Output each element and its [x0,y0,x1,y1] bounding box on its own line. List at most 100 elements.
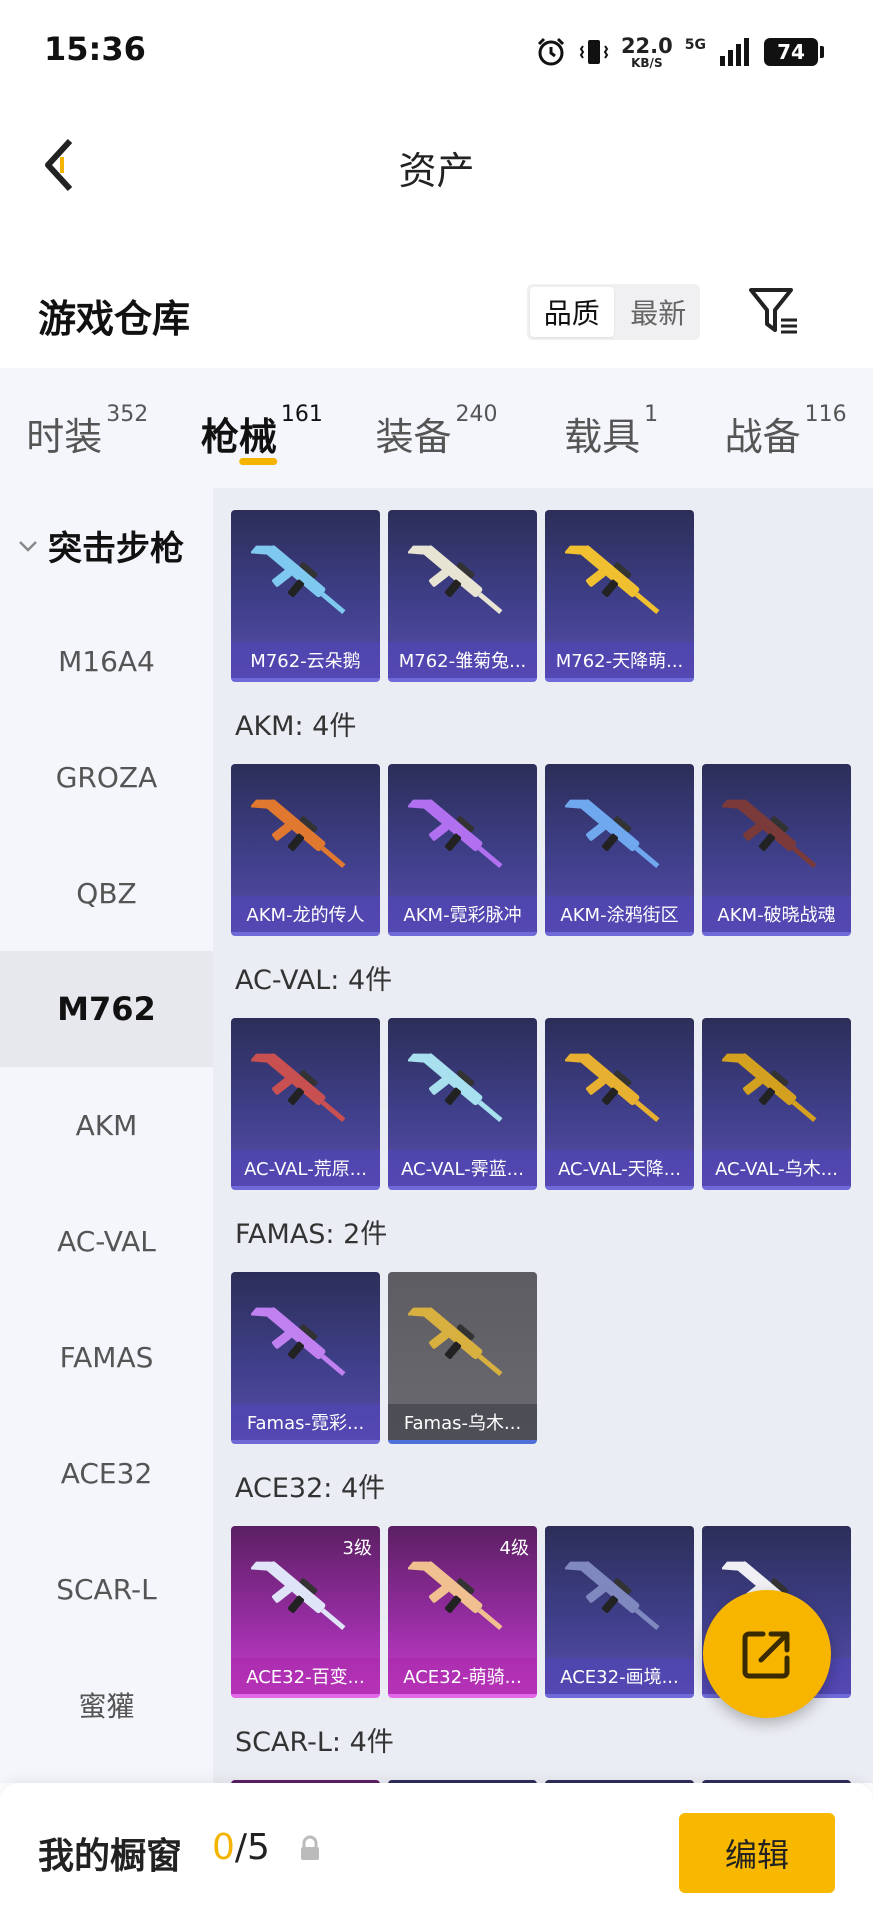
lock-icon [301,1835,319,1860]
rifle-icon [251,1053,346,1123]
skin-card[interactable]: 3级 ACE32-百变... [231,1526,380,1698]
share-external-icon [742,1631,790,1679]
skin-card[interactable]: M762-云朵鹅 [231,510,380,682]
skin-card[interactable]: AKM-涂鸦街区 [545,764,694,936]
showcase-label: 我的橱窗 [38,1836,183,1877]
sidebar-item-ac-val[interactable]: AC-VAL [0,1183,213,1299]
page-title: 资产 [398,149,475,193]
skin-card[interactable]: AC-VAL-天降... [545,1018,694,1190]
showcase-bar: 我的橱窗 0/5 编辑 [0,1783,873,1920]
showcase-count-current: 0 [212,1827,235,1868]
skin-name: M762-雏菊兔... [388,642,537,678]
group-label-famas: FAMAS: 2件 [235,1218,388,1250]
skin-name: AKM-霓彩脉冲 [388,896,537,932]
skin-card[interactable]: AC-VAL-荒原... [231,1018,380,1190]
battery-icon: 74 [764,38,824,66]
nav-bar: 资产 [0,110,873,220]
edit-button[interactable]: 编辑 [679,1813,835,1893]
weapon-type-sidebar: 突击步枪 M16A4 GROZA QBZ M762 AKM AC-VAL FAM… [0,488,213,1783]
skin-card[interactable]: AC-VAL-霁蓝... [388,1018,537,1190]
skin-card[interactable]: Famas-霓彩... [231,1272,380,1444]
sort-newest[interactable]: 最新 [617,284,701,340]
tab-supplies[interactable]: 战备 116 [698,368,873,488]
battery-level: 74 [777,40,805,64]
skin-card[interactable]: AKM-破晓战魂 [702,764,851,936]
skin-card[interactable]: Famas-乌木... [388,1272,537,1444]
sidebar-group-label: 突击步枪 [48,529,184,569]
tab-count: 116 [804,402,847,427]
group-label-akm: AKM: 4件 [235,710,357,742]
rifle-icon [565,799,660,869]
skin-card[interactable]: AC-VAL-乌木... [702,1018,851,1190]
status-time: 15:36 [44,30,146,68]
tab-label: 载具 [564,415,641,459]
group-famas: Famas-霓彩... Famas-乌木... [231,1272,873,1444]
sort-toggle: 品质 最新 [527,284,700,340]
sort-quality[interactable]: 品质 [530,287,614,337]
rifle-icon [408,1307,503,1377]
skin-name: M762-天降萌... [545,642,694,678]
skin-card[interactable]: AKM-霓彩脉冲 [388,764,537,936]
tab-label: 枪械 [200,415,277,459]
group-ac-val: AC-VAL-荒原... AC-VAL-霁蓝... AC-VAL-天降... A… [231,1018,873,1190]
sidebar-item-honey-badger[interactable]: 蜜獾 [0,1647,213,1763]
tab-guns[interactable]: 枪械 161 [175,368,350,488]
skin-card[interactable]: AKM-龙的传人 [231,764,380,936]
sidebar-item-scar-l[interactable]: SCAR-L [0,1531,213,1647]
filter-button[interactable] [745,284,801,340]
skin-name: AC-VAL-霁蓝... [388,1150,537,1186]
skin-card[interactable]: M762-雏菊兔... [388,510,537,682]
rifle-icon [408,1053,503,1123]
tab-vehicles[interactable]: 载具 1 [524,368,699,488]
skin-level-badge: 4级 [499,1538,529,1559]
tab-count: 352 [106,402,149,427]
group-label-ace32: ACE32: 4件 [235,1472,386,1504]
skin-name: ACE32-画境... [545,1658,694,1694]
rifle-icon [251,1307,346,1377]
tab-count: 161 [280,402,323,427]
sidebar-item-famas[interactable]: FAMAS [0,1299,213,1415]
sidebar-item-akm[interactable]: AKM [0,1067,213,1183]
tab-equipment[interactable]: 装备 240 [349,368,524,488]
tab-count: 1 [644,402,659,427]
skin-name: AC-VAL-天降... [545,1150,694,1186]
showcase-count-sep: / [234,1827,248,1868]
rifle-icon [251,545,346,615]
rifle-icon [565,1053,660,1123]
sidebar-item-m762[interactable]: M762 [0,951,213,1067]
tab-label: 装备 [375,415,452,459]
warehouse-title: 游戏仓库 [38,297,191,341]
warehouse-header: 游戏仓库 品质 最新 [0,270,873,360]
share-fab[interactable] [703,1590,831,1718]
category-tabs: 时装 352 枪械 161 装备 240 载具 1 战备 116 [0,368,873,488]
skin-level-badge: 3级 [342,1538,372,1559]
skin-card[interactable]: ACE32-画境... [545,1526,694,1698]
signal-icon [720,38,749,66]
filter-icon [749,288,797,334]
showcase-count-total: 5 [247,1827,270,1868]
skin-name: ACE32-百变... [231,1658,380,1694]
net-speed: 22.0 KB/S [621,35,673,70]
group-label-ac-val: AC-VAL: 4件 [235,964,393,996]
skin-name: M762-云朵鹅 [231,642,380,678]
sidebar-item-ace32[interactable]: ACE32 [0,1415,213,1531]
sidebar-group-assault-rifle[interactable]: 突击步枪 [0,488,213,603]
network-type: 5G [684,37,706,53]
rifle-icon [722,1053,817,1123]
skin-name: Famas-霓彩... [231,1404,380,1440]
skin-card[interactable]: 4级 ACE32-萌骑... [388,1526,537,1698]
sidebar-item-groza[interactable]: GROZA [0,719,213,835]
status-bar: 15:36 22.0 KB/S 5G 74 [0,0,873,100]
rifle-icon [251,799,346,869]
tab-label: 时装 [26,415,103,459]
rifle-icon [722,799,817,869]
skin-name: AKM-涂鸦街区 [545,896,694,932]
sidebar-item-m16a4[interactable]: M16A4 [0,603,213,719]
net-speed-unit: KB/S [631,55,663,70]
tab-active-indicator [239,458,278,465]
tab-fashion[interactable]: 时装 352 [0,368,175,488]
rifle-icon [565,545,660,615]
group-akm: AKM-龙的传人 AKM-霓彩脉冲 AKM-涂鸦街区 AKM-破晓战魂 [231,764,873,936]
skin-card[interactable]: M762-天降萌... [545,510,694,682]
sidebar-item-qbz[interactable]: QBZ [0,835,213,951]
